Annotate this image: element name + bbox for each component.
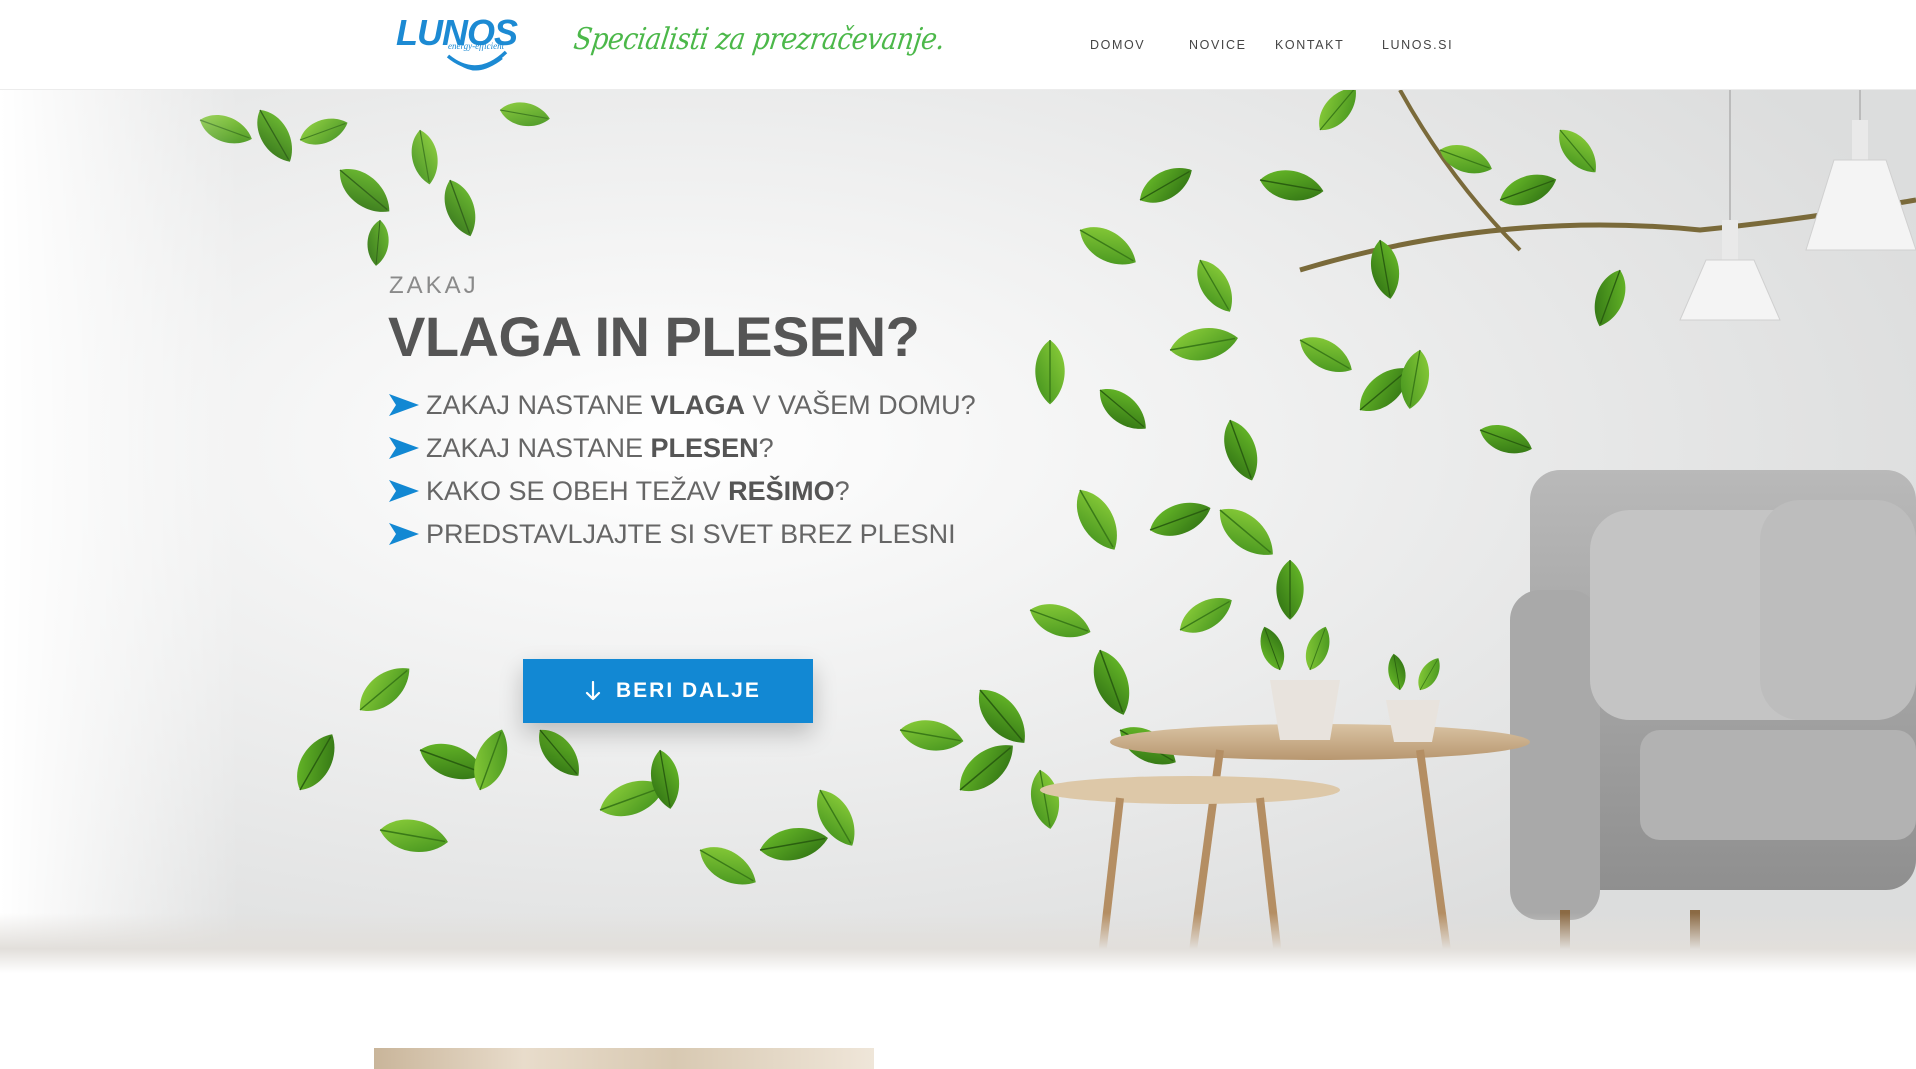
nav-novice[interactable]: NOVICE	[1189, 38, 1247, 52]
hero-section: ZAKAJ VLAGA IN PLESEN? ZAKAJ NASTANE VLA…	[0, 90, 1916, 973]
site-header: LUNOS energy-efficient Specialisti za pr…	[0, 0, 1916, 90]
read-more-label: BERI DALJE	[616, 679, 761, 702]
arrow-right-icon	[389, 394, 419, 416]
read-more-button[interactable]: BERI DALJE	[523, 659, 813, 723]
hero-fade	[0, 90, 240, 973]
hero-background-image	[0, 90, 1916, 973]
arrow-down-icon	[585, 681, 601, 701]
hero-floor	[0, 913, 1916, 973]
hero-title: VLAGA IN PLESEN?	[388, 305, 920, 368]
section-preview-image	[374, 1048, 874, 1069]
list-item-text-end: V VAŠEM DOMU?	[745, 390, 976, 420]
arrow-right-icon	[389, 523, 419, 545]
list-item-text: KAKO SE OBEH TEŽAV	[426, 476, 729, 506]
list-item-text: ZAKAJ NASTANE	[426, 433, 651, 463]
nav-domov[interactable]: DOMOV	[1090, 38, 1145, 52]
list-item-text-end: ?	[758, 433, 774, 463]
list-item-text: PREDSTAVLJAJTE SI SVET BREZ PLESNI	[426, 519, 956, 549]
hero-kicker: ZAKAJ	[389, 272, 479, 299]
nav-lunos-si[interactable]: LUNOS.SI	[1382, 38, 1453, 52]
list-item-text: ZAKAJ NASTANE	[426, 390, 651, 420]
logo-waves-icon	[446, 50, 508, 71]
list-item-text-end: ?	[834, 476, 850, 506]
nav-kontakt[interactable]: KONTAKT	[1275, 38, 1344, 52]
arrow-right-icon	[389, 437, 419, 459]
list-item-emphasis: PLESEN	[650, 433, 759, 463]
tagline: Specialisti za prezračevanje.	[571, 22, 947, 57]
arrow-right-icon	[389, 480, 419, 502]
lunos-logo[interactable]: LUNOS energy-efficient	[396, 12, 528, 78]
list-item-emphasis: VLAGA	[650, 390, 746, 420]
list-item-emphasis: REŠIMO	[728, 476, 835, 506]
